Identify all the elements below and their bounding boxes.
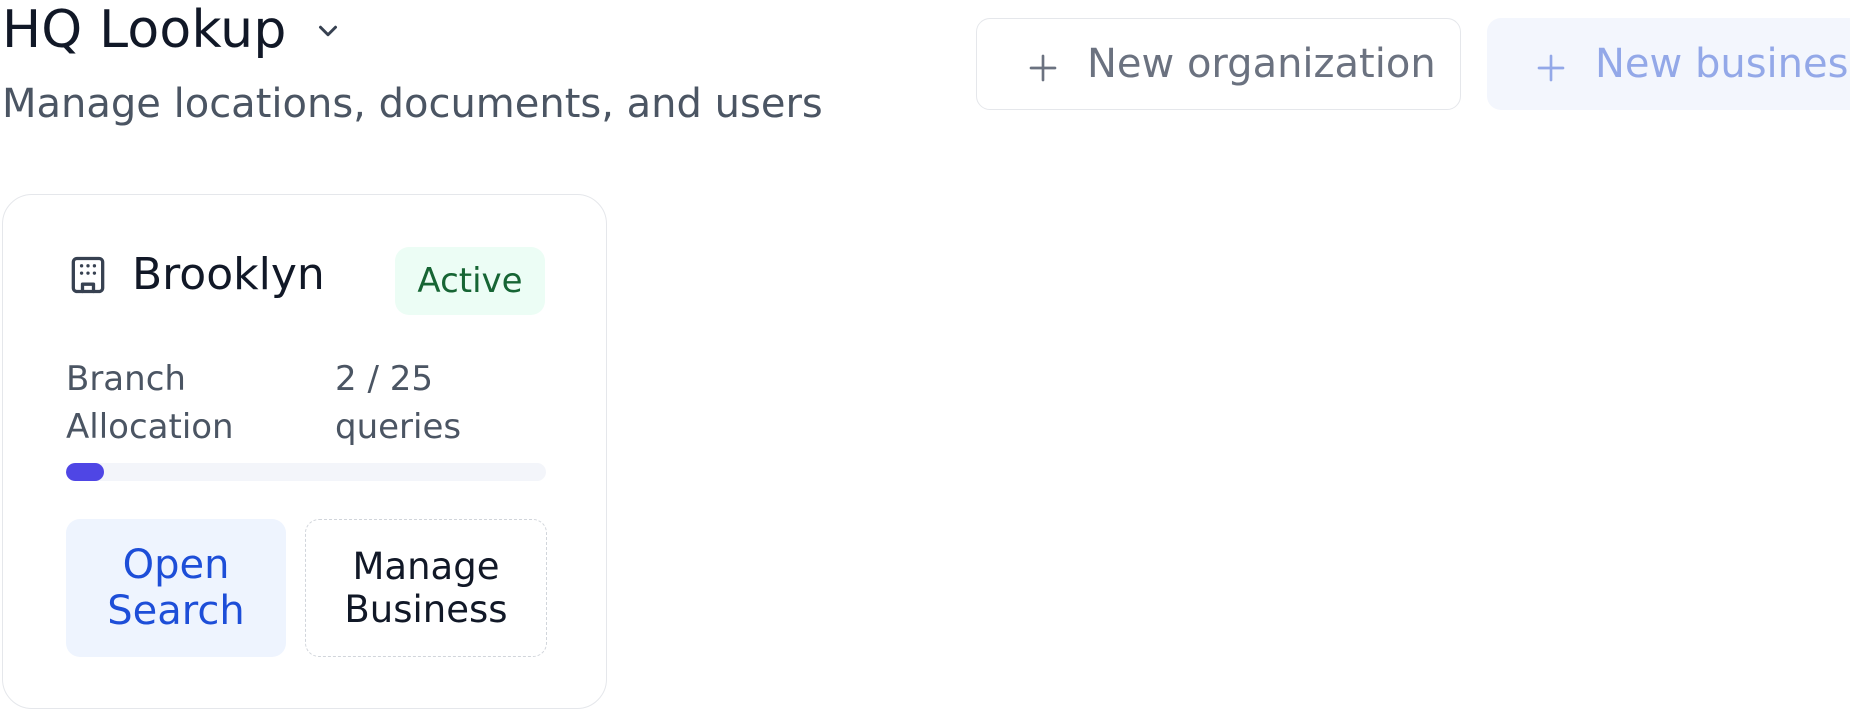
card-header: Brooklyn xyxy=(66,247,325,303)
new-organization-button[interactable]: New organization xyxy=(976,18,1461,110)
open-search-button[interactable]: Open Search xyxy=(66,519,286,657)
allocation-value: 2 / 25 queries xyxy=(335,359,462,447)
building-icon xyxy=(66,253,110,297)
new-business-label: New business xyxy=(1595,41,1850,87)
new-organization-label: New organization xyxy=(1087,41,1436,87)
plus-icon xyxy=(1027,48,1059,82)
manage-business-button[interactable]: Manage Business xyxy=(305,519,547,657)
allocation-progress-fill xyxy=(66,463,105,481)
chevron-down-icon[interactable] xyxy=(313,16,343,46)
business-card: Brooklyn Active Branch Allocation 2 / 25… xyxy=(2,194,607,709)
status-badge: Active xyxy=(395,247,545,315)
allocation-label: Branch Allocation xyxy=(66,359,234,447)
plus-icon xyxy=(1535,48,1567,82)
title-dropdown[interactable]: HQ Lookup xyxy=(2,0,343,60)
page-subtitle: Manage locations, documents, and users xyxy=(2,81,823,127)
new-business-button[interactable]: New business xyxy=(1487,18,1850,110)
page-title: HQ Lookup xyxy=(2,0,287,60)
business-name: Brooklyn xyxy=(132,249,325,300)
allocation-progress-bar xyxy=(66,463,546,481)
